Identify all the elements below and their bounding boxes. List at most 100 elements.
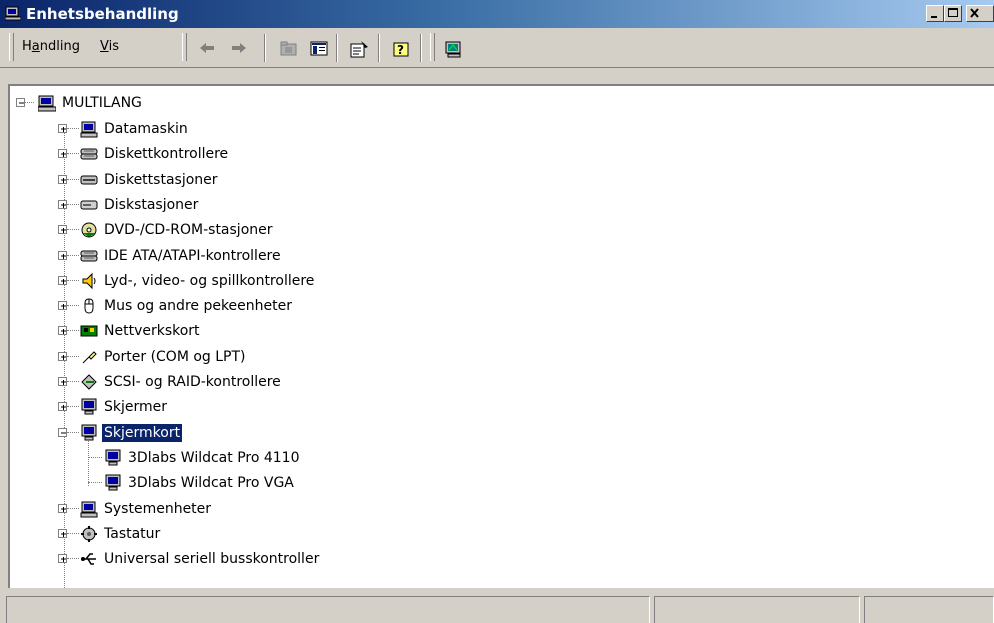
tree-item[interactable]: DVD-/CD-ROM-stasjoner xyxy=(58,219,558,243)
collapse-icon[interactable] xyxy=(58,428,67,437)
toolbar: Handling Vis ? xyxy=(0,28,994,68)
disk-drive-icon xyxy=(80,196,98,214)
tree-item[interactable]: Universal seriell busskontroller xyxy=(58,548,558,572)
tree-item-label: SCSI- og RAID-kontrollere xyxy=(104,374,281,390)
expand-icon[interactable] xyxy=(58,251,67,260)
toolbar-grip[interactable] xyxy=(9,33,14,61)
menu-action-label-part1: H xyxy=(22,39,32,54)
show-hide-tree-button[interactable] xyxy=(306,36,330,60)
menu-action-label-part2: ndling xyxy=(39,39,80,54)
back-arrow-icon xyxy=(200,43,214,53)
toolbar-separator-3 xyxy=(378,34,380,62)
tree-connector xyxy=(67,533,79,534)
tree-item[interactable]: Mus og andre pekeenheter xyxy=(58,295,558,319)
speaker-icon xyxy=(80,272,98,290)
tree-connector xyxy=(67,128,79,129)
expand-icon[interactable] xyxy=(58,326,67,335)
expand-icon[interactable] xyxy=(58,276,67,285)
system-devices-icon xyxy=(80,500,98,518)
tree-child-item[interactable]: 3Dlabs Wildcat Pro 4110 xyxy=(82,447,482,471)
minimize-button[interactable] xyxy=(926,5,944,22)
tree-child-item[interactable]: 3Dlabs Wildcat Pro VGA xyxy=(82,472,482,496)
toolbar-grip-3[interactable] xyxy=(430,33,435,61)
tree-connector xyxy=(67,153,79,154)
tree-item-label: Diskettkontrollere xyxy=(104,146,229,162)
tree-item[interactable]: Porter (COM og LPT) xyxy=(58,346,558,370)
menu-view-label-part2: is xyxy=(108,39,119,54)
expand-icon[interactable] xyxy=(58,504,67,513)
tree-item[interactable]: Diskettkontrollere xyxy=(58,143,558,167)
computer-icon xyxy=(37,94,57,112)
tree-item[interactable]: SCSI- og RAID-kontrollere xyxy=(58,371,558,395)
tree-item[interactable]: Lyd-, video- og spillkontrollere xyxy=(58,270,558,294)
status-bar xyxy=(0,592,994,623)
expand-icon[interactable] xyxy=(58,529,67,538)
expand-icon[interactable] xyxy=(58,554,67,563)
collapse-icon[interactable] xyxy=(16,98,25,107)
tree-connector xyxy=(67,356,79,357)
back-button[interactable] xyxy=(194,36,218,60)
tree-connector xyxy=(67,558,79,559)
expand-icon[interactable] xyxy=(58,377,67,386)
tree-connector xyxy=(67,179,79,180)
minimize-icon xyxy=(931,16,937,18)
tree-item[interactable]: Diskettstasjoner xyxy=(58,169,558,193)
tree-item[interactable]: IDE ATA/ATAPI-kontrollere xyxy=(58,245,558,269)
properties-button[interactable] xyxy=(346,36,370,60)
tree-item-label: Skjermkort xyxy=(100,423,184,443)
forward-button[interactable] xyxy=(226,36,250,60)
toolbar-grip-2[interactable] xyxy=(182,33,187,61)
tree-item[interactable]: Skjermkort xyxy=(58,422,558,446)
close-button[interactable] xyxy=(966,5,994,22)
tree-item[interactable]: Systemenheter xyxy=(58,498,558,522)
menu-action[interactable]: Handling xyxy=(22,39,80,54)
tree-connector xyxy=(67,432,79,433)
expand-icon[interactable] xyxy=(58,149,67,158)
tree-connector xyxy=(67,330,79,331)
floppy-controller-icon xyxy=(80,145,98,163)
forward-arrow-icon xyxy=(232,43,246,53)
scan-hardware-button[interactable] xyxy=(440,36,464,60)
expand-icon[interactable] xyxy=(58,225,67,234)
tree-item[interactable]: Diskstasjoner xyxy=(58,194,558,218)
network-card-icon xyxy=(80,322,98,340)
tree-item-label: Porter (COM og LPT) xyxy=(104,349,246,365)
ide-controller-icon xyxy=(80,247,98,265)
tree-item[interactable]: Tastatur xyxy=(58,523,558,547)
title-bar[interactable]: Enhetsbehandling xyxy=(0,0,994,28)
device-tree-pane[interactable]: MULTILANG Datamaskin Diskettkontrollere Di… xyxy=(8,84,994,588)
tree-connector xyxy=(67,204,79,205)
tree-item[interactable]: Skjermer xyxy=(58,396,558,420)
help-button[interactable]: ? xyxy=(388,36,412,60)
status-pane-3 xyxy=(864,596,994,623)
display-adapter-icon xyxy=(104,474,122,492)
expand-icon[interactable] xyxy=(58,175,67,184)
device-manager-icon xyxy=(4,6,22,21)
tree-item-label: Datamaskin xyxy=(104,121,188,137)
monitor-icon xyxy=(80,398,98,416)
expand-icon[interactable] xyxy=(58,200,67,209)
tree-root[interactable]: MULTILANG xyxy=(16,92,416,116)
tree-item[interactable]: Nettverkskort xyxy=(58,320,558,344)
expand-icon[interactable] xyxy=(58,352,67,361)
expand-icon[interactable] xyxy=(58,402,67,411)
tree-connector xyxy=(67,255,79,256)
scsi-icon xyxy=(80,373,98,391)
tree-root-label: MULTILANG xyxy=(62,95,142,111)
tree-child-label: 3Dlabs Wildcat Pro VGA xyxy=(128,475,294,491)
computer-icon xyxy=(80,120,98,138)
toolbar-separator xyxy=(264,34,266,62)
tree-child-label: 3Dlabs Wildcat Pro 4110 xyxy=(128,450,300,466)
maximize-button[interactable] xyxy=(944,5,962,22)
svg-text:?: ? xyxy=(397,43,404,57)
floppy-drive-icon xyxy=(80,171,98,189)
menu-view[interactable]: Vis xyxy=(100,39,119,54)
tree-item-label: Diskstasjoner xyxy=(104,197,199,213)
expand-icon[interactable] xyxy=(58,124,67,133)
tree-connector xyxy=(67,229,79,230)
menu-action-accel: a xyxy=(31,39,40,54)
cdrom-icon xyxy=(80,221,98,239)
tree-item[interactable]: Datamaskin xyxy=(58,118,558,142)
up-button[interactable] xyxy=(276,36,300,60)
expand-icon[interactable] xyxy=(58,301,67,310)
